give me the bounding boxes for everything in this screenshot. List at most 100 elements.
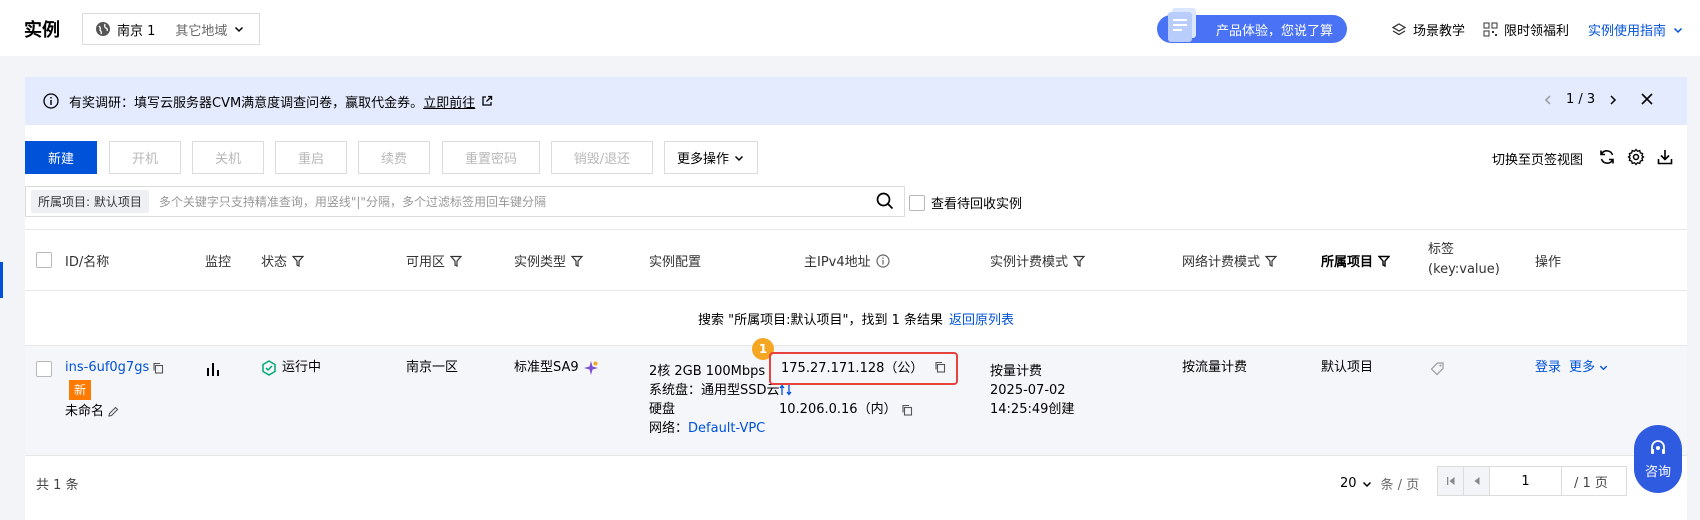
chevron-down-icon: [233, 23, 245, 35]
restart-button[interactable]: 重启: [275, 141, 347, 174]
view-recycle-toggle[interactable]: 查看待回收实例: [909, 193, 1022, 212]
more-ops-link[interactable]: 更多: [1569, 358, 1609, 377]
col-billing[interactable]: 实例计费模式: [990, 251, 1086, 270]
instance-guide-link[interactable]: 实例使用指南: [1588, 20, 1684, 39]
instance-name-cell: 未命名: [65, 402, 119, 421]
globe-icon: [95, 21, 111, 37]
col-operations: 操作: [1535, 255, 1562, 270]
col-instance-type[interactable]: 实例类型: [514, 251, 584, 270]
col-status[interactable]: 状态: [261, 251, 305, 270]
zone-cell: 南京一区: [406, 360, 459, 375]
config-cell: 2核 2GB 100Mbps 系统盘：通用型SSD云 硬盘 网络：Default…: [649, 364, 780, 436]
total-count: 共 1 条: [36, 478, 79, 493]
notice-page-indicator: 1 / 3: [1566, 92, 1596, 107]
page-size-selector[interactable]: 20 条 / 页: [1340, 474, 1419, 493]
region-selector[interactable]: 南京 1 其它地域: [82, 13, 260, 45]
vpc-link[interactable]: Default-VPC: [688, 421, 765, 436]
chevron-down-icon: [733, 152, 745, 164]
row-checkbox[interactable]: [36, 361, 52, 377]
destroy-return-button[interactable]: 销毁/退还: [551, 141, 653, 174]
col-id-name: ID/名称: [65, 255, 110, 270]
instance-id-link[interactable]: ins-6uf0g7gs: [65, 358, 149, 377]
other-regions-label: 其它地域: [175, 23, 228, 39]
filter-icon: [571, 255, 584, 267]
page-size-unit: 条 / 页: [1380, 478, 1420, 493]
search-result-bar: 搜索 "所属项目:默认项目"，找到 1 条结果 返回原列表: [25, 291, 1687, 346]
download-icon[interactable]: [1656, 148, 1674, 166]
private-ip: 10.206.0.16（内）: [779, 402, 897, 417]
first-page-icon[interactable]: [1438, 467, 1464, 495]
notice-pager: 1 / 3: [1542, 92, 1619, 107]
back-to-list-link[interactable]: 返回原列表: [949, 309, 1014, 328]
public-ip-cell: 175.27.171.128（公）: [769, 352, 958, 385]
running-status-icon: [261, 359, 277, 376]
external-link-icon[interactable]: [481, 95, 493, 107]
sidebar-edge-indicator: [0, 262, 3, 298]
swap-icon[interactable]: [779, 384, 793, 396]
network-billing-cell: 按流量计费: [1182, 360, 1248, 375]
copy-icon[interactable]: [152, 362, 164, 374]
page-title: 实例: [24, 20, 60, 41]
filter-icon: [292, 255, 305, 267]
search-result-text: 搜索 "所属项目:默认项目"，找到 1 条结果: [697, 312, 943, 328]
instance-id-cell: ins-6uf0g7gs: [65, 358, 164, 377]
col-monitor: 监控: [205, 255, 232, 270]
search-box[interactable]: 所属项目: 默认项目: [25, 186, 905, 217]
chevron-right-icon[interactable]: [1607, 94, 1619, 106]
col-tags: 标签 (key:value): [1428, 242, 1500, 277]
recycle-checkbox[interactable]: [909, 194, 925, 211]
status-cell: 运行中: [261, 358, 321, 377]
copy-icon[interactable]: [934, 361, 946, 373]
search-input[interactable]: [158, 194, 904, 209]
public-ip: 175.27.171.128（公）: [769, 352, 958, 385]
col-project[interactable]: 所属项目: [1321, 251, 1391, 270]
copy-icon[interactable]: [901, 404, 913, 416]
shutdown-button[interactable]: 关机: [192, 141, 264, 174]
chevron-down-icon: [1361, 478, 1373, 490]
filter-icon: [1073, 255, 1086, 267]
notice-go-link[interactable]: 立即前往: [423, 92, 475, 111]
operations-cell: 登录 更多: [1535, 358, 1609, 377]
start-button[interactable]: 开机: [109, 141, 181, 174]
prev-page-icon[interactable]: [1464, 467, 1490, 495]
create-button[interactable]: 新建: [25, 141, 97, 174]
col-config: 实例配置: [649, 255, 702, 270]
instance-type-cell: 标准型SA9: [514, 358, 599, 377]
pencil-icon[interactable]: [107, 406, 119, 418]
chevron-left-icon[interactable]: [1542, 94, 1554, 106]
chevron-down-icon: [1672, 24, 1684, 36]
select-all-checkbox[interactable]: [36, 252, 52, 268]
project-filter-tag[interactable]: 所属项目: 默认项目: [31, 190, 149, 213]
table-row: ins-6uf0g7gs 新 未命名 运行中 南京一区 标准型SA9 2核 2G…: [25, 338, 1687, 456]
headset-icon: [1648, 438, 1668, 458]
table-header: ID/名称 监控 状态 可用区 实例类型 实例配置 主IPv4地址 实例计费模式…: [25, 229, 1687, 291]
page-size-value: 20: [1340, 476, 1357, 491]
renew-button[interactable]: 续费: [358, 141, 430, 174]
gear-icon[interactable]: [1627, 148, 1645, 166]
billing-cell: 按量计费 2025-07-02 14:25:49创建: [990, 364, 1075, 417]
refresh-icon[interactable]: [1598, 148, 1616, 166]
close-icon[interactable]: [1640, 92, 1654, 106]
switch-tab-view-link[interactable]: 切换至页签视图: [1492, 149, 1583, 168]
col-ipv4: 主IPv4地址: [804, 251, 890, 270]
filter-icon: [450, 255, 463, 267]
page-total: / 1 页: [1574, 475, 1608, 491]
col-network-billing[interactable]: 网络计费模式: [1182, 251, 1278, 270]
reset-password-button[interactable]: 重置密码: [442, 141, 540, 174]
status-text: 运行中: [282, 360, 322, 375]
more-actions-button[interactable]: 更多操作: [664, 141, 758, 174]
scenario-tutorial-link[interactable]: 场景教学: [1391, 20, 1465, 39]
col-zone[interactable]: 可用区: [406, 251, 463, 270]
filter-icon: [1378, 255, 1391, 267]
limited-benefit-link[interactable]: 限时领福利: [1483, 20, 1569, 39]
search-icon[interactable]: [876, 192, 894, 210]
pagination: / 1 页: [1437, 466, 1627, 496]
feedback-text: 产品体验，您说了算: [1215, 23, 1333, 39]
tag-icon[interactable]: [1430, 361, 1445, 376]
page-number-input[interactable]: [1490, 467, 1562, 495]
bar-chart-icon[interactable]: [205, 361, 221, 377]
sparkle-icon: [583, 360, 599, 376]
consult-button[interactable]: 咨询: [1634, 425, 1682, 493]
new-badge: 新: [69, 380, 92, 400]
login-link[interactable]: 登录: [1535, 358, 1561, 377]
